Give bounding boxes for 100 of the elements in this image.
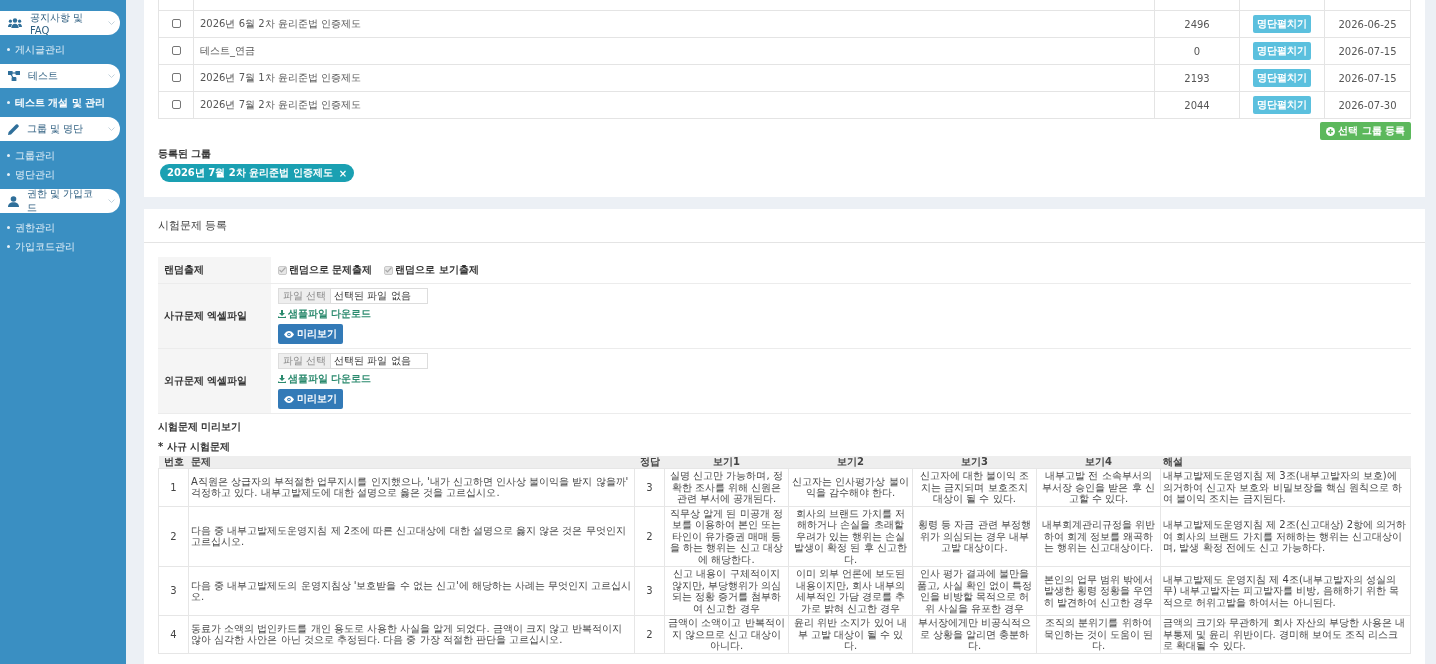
checkbox-option: 랜덤으로 보기출제	[384, 263, 479, 277]
table-cell: 2044	[1154, 91, 1240, 119]
chevron-icon	[108, 199, 115, 203]
column-header: 정답	[634, 456, 665, 469]
table-cell: 내부고발제도운영지침 제 2조(신고대상) 2항에 의거하여 회사의 브랜드 가치를 저해하는 행위는 신고대상이며, 발생 확정 전에도 신고 가능하다.	[1160, 506, 1411, 567]
remove-tag-button[interactable]: ×	[338, 167, 348, 179]
table-cell: 신고자에 대한 불이익 조치는 금지되며 보호조치 대상이 될 수 있다.	[912, 468, 1037, 506]
file-input[interactable]: 파일 선택 선택된 파일 없음	[278, 353, 428, 369]
sidebar-item[interactable]: 게시글관리	[0, 40, 126, 59]
sample-download-link[interactable]: 샘플파일 다운로드	[278, 307, 372, 321]
sidebar-item[interactable]: 그룹관리	[0, 146, 126, 165]
table-cell: 다음 중 내부고발제도의 운영지침상 '보호받을 수 없는 신고'에 해당하는 사례는 무엇인지 고르십시오.	[188, 566, 635, 616]
sidebar-group[interactable]: 권한 및 가입코드	[0, 189, 120, 213]
expand-list-button[interactable]: 명단펼치기	[1253, 69, 1311, 87]
table-cell: 신고 내용이 구체적이지 않지만, 부당행위가 의심되는 정황 증거를 첨부하여 신고한 경우	[664, 566, 789, 616]
bullet-icon	[7, 154, 10, 157]
preview-button[interactable]: 미리보기	[278, 389, 343, 409]
preview-button[interactable]: 미리보기	[278, 324, 343, 344]
table-cell: A직원은 상급자의 부적절한 업무지시를 인지했으나, '내가 신고하면 인사상 불이익을 받지 않을까' 걱정하고 있다. 내부고발제도에 대한 설명으로 옳은 것을 고르십시오.	[188, 468, 635, 506]
bullet-icon	[7, 226, 10, 229]
table-cell: 2026년 7월 2차 윤리준법 인증제도	[193, 91, 1155, 119]
field-label: 랜덤출제	[158, 257, 271, 284]
table-cell: 실명 신고만 가능하며, 정확한 조사를 위해 신원은 관련 부서에 공개된다.	[664, 468, 789, 506]
table-cell: 동료가 소액의 법인카드를 개인 용도로 사용한 사실을 알게 되었다. 금액이 크지 않고 반복적이지 않아 심각한 사안은 아닌 것으로 추정된다. 다음 중 가장 적절한 판단을 고르십시오.	[188, 615, 635, 653]
column-header: 번호	[158, 456, 189, 469]
network-icon	[8, 71, 20, 81]
table-cell: 내부고발제도 운영지침 제 4조(내부고발자의 성실의무) 내부고발자는 피고발자를 비방, 음해하기 위한 목적으로 허위고발을 하여서는 아니된다.	[1160, 566, 1411, 616]
sidebar-item[interactable]: 권한관리	[0, 218, 126, 237]
table-cell: 4	[158, 615, 189, 653]
table-cell: 내부고발 전 소속부서의 부서장 승인을 받은 후 신고할 수 있다.	[1036, 468, 1161, 506]
table-cell: 신고자는 인사평가상 불이익을 감수해야 한다.	[788, 468, 913, 506]
column-header: 보기2	[788, 456, 913, 469]
table-cell: 이미 외부 언론에 보도된 내용이지만, 회사 내부의 세부적인 가담 경로를 추가로 밝혀 신고한 경우	[788, 566, 913, 616]
table-cell: 회사의 브랜드 가치를 저해하거나 손실을 초래할 우려가 있는 행위는 손실 발생이 확정 된 후 신고한다.	[788, 506, 913, 567]
column-header: 해설	[1160, 456, 1411, 469]
sidebar-item[interactable]: 명단관리	[0, 165, 126, 184]
table-cell: 2496	[1154, 10, 1240, 38]
table-cell: 2	[634, 615, 665, 653]
sample-download-link[interactable]: 샘플파일 다운로드	[278, 372, 372, 386]
sidebar-group[interactable]: 테스트	[0, 64, 120, 88]
file-status: 선택된 파일 없음	[334, 354, 411, 368]
column-header: 보기3	[912, 456, 1037, 469]
table-cell: 2026-07-30	[1324, 91, 1411, 119]
column-header: 보기4	[1036, 456, 1161, 469]
expand-list-button[interactable]: 명단펼치기	[1253, 96, 1311, 114]
field-label: 사규문제 엑셀파일	[158, 283, 271, 349]
table-cell: 금액의 크기와 무관하게 회사 자산의 부당한 사용은 내부통제 및 윤리 위반이다. 경미해 보여도 조직 리스크로 확대될 수 있다.	[1160, 615, 1411, 653]
section-title: * 사규 시험문제	[158, 441, 231, 452]
table-cell: 2026년 6월 2차 윤리준법 인증제도	[193, 10, 1155, 38]
register-group-button[interactable]: 선택 그룹 등록	[1320, 122, 1411, 140]
download-icon	[278, 310, 286, 318]
sidebar-item[interactable]: 테스트 개설 및 관리	[0, 93, 126, 112]
pencil-icon	[8, 123, 19, 135]
section-label: 등록된 그룹	[158, 148, 212, 159]
checkbox[interactable]	[171, 99, 181, 109]
bullet-icon	[7, 48, 10, 51]
expand-list-button[interactable]: 명단펼치기	[1253, 42, 1311, 60]
eye-icon	[284, 330, 294, 338]
column-header: 보기1	[664, 456, 789, 469]
table-cell: 본인의 업무 범위 밖에서 발생한 횡령 정황을 우연히 발견하여 신고한 경우	[1036, 566, 1161, 616]
checkbox[interactable]	[171, 72, 181, 82]
checkbox[interactable]	[171, 45, 181, 55]
user-icon	[8, 195, 19, 207]
checkbox[interactable]	[171, 18, 181, 28]
bullet-icon	[7, 245, 10, 248]
table-cell: 인사 평가 결과에 불만을 품고, 사실 확인 없이 특정인을 비방할 목적으로 허위 사실을 유포한 경우	[912, 566, 1037, 616]
users-icon	[8, 18, 22, 28]
choose-file-button[interactable]: 파일 선택	[279, 354, 332, 368]
card-title: 시험문제 등록	[158, 218, 228, 233]
sidebar-group[interactable]: 그룹 및 명단	[0, 117, 120, 141]
field-label: 외규문제 엑셀파일	[158, 348, 271, 414]
sidebar-group[interactable]: 공지사항 및 FAQ	[0, 11, 120, 35]
table-cell: 직무상 알게 된 미공개 정보를 이용하여 본인 또는 타인이 유가증권 매매 등을 하는 행위는 신고 대상에 해당한다.	[664, 506, 789, 567]
chevron-icon	[108, 127, 115, 131]
table-cell: 다음 중 내부고발제도운영지침 제 2조에 따른 신고대상에 대한 설명으로 옳지 않은 것은 무엇인지 고르십시오.	[188, 506, 635, 567]
table-cell: 3	[634, 566, 665, 616]
table-cell: 2	[634, 506, 665, 567]
checkbox-option: 랜덤으로 문제출제	[278, 263, 373, 277]
table-cell: 2193	[1154, 64, 1240, 92]
table-cell: 횡령 등 자금 관련 부정행위가 의심되는 경우 내부고발 대상이다.	[912, 506, 1037, 567]
table-cell: 0	[1154, 37, 1240, 65]
column-header: 문제	[188, 456, 635, 469]
table-cell: 2026-07-15	[1324, 64, 1411, 92]
group-tag: 2026년 7월 2차 윤리준법 인증제도 ×	[160, 164, 355, 182]
table-cell: 2	[158, 506, 189, 567]
table-cell: 조직의 분위기를 위하여 묵인하는 것이 도움이 된다.	[1036, 615, 1161, 653]
download-icon	[278, 375, 286, 383]
table-cell: 금액이 소액이고 반복적이지 않으므로 신고 대상이 아니다.	[664, 615, 789, 653]
file-input[interactable]: 파일 선택 선택된 파일 없음	[278, 288, 428, 304]
table-cell: 테스트_연금	[193, 37, 1155, 65]
table-cell: 2026-07-15	[1324, 37, 1411, 65]
sidebar-item[interactable]: 가입코드관리	[0, 237, 126, 256]
expand-list-button[interactable]: 명단펼치기	[1253, 15, 1311, 33]
bullet-icon	[7, 101, 10, 104]
plus-circle-icon	[1326, 126, 1336, 136]
table-cell: 3	[634, 468, 665, 506]
file-status: 선택된 파일 없음	[334, 289, 411, 303]
choose-file-button[interactable]: 파일 선택	[279, 289, 332, 303]
table-cell: 부서장에게만 비공식적으로 상황을 알리면 충분하다.	[912, 615, 1037, 653]
table-cell: 윤리 위반 소지가 있어 내부 고발 대상이 될 수 있다.	[788, 615, 913, 653]
